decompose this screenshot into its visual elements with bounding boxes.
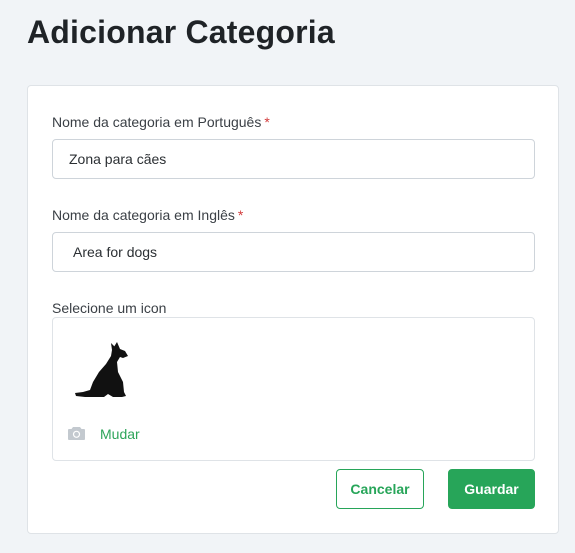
cancel-button[interactable]: Cancelar <box>336 469 424 509</box>
save-button[interactable]: Guardar <box>448 469 535 509</box>
add-category-form: Nome da categoria em Português* Nome da … <box>27 85 559 534</box>
name-en-input[interactable] <box>52 232 535 272</box>
name-en-label-text: Nome da categoria em Inglês <box>52 207 235 223</box>
dog-sitting-icon <box>75 342 128 397</box>
icon-picker: Mudar <box>52 317 535 461</box>
required-marker: * <box>264 114 270 130</box>
camera-icon <box>68 427 85 440</box>
page-title: Adicionar Categoria <box>27 14 335 50</box>
change-icon-link[interactable]: Mudar <box>100 426 140 442</box>
name-pt-input[interactable] <box>52 139 535 179</box>
name-pt-label: Nome da categoria em Português * <box>52 114 270 130</box>
name-en-label: Nome da categoria em Inglês * <box>52 207 243 223</box>
required-marker: * <box>237 207 244 223</box>
name-pt-label-text: Nome da categoria em Português <box>52 114 262 130</box>
icon-select-label: Selecione um icon <box>52 300 167 316</box>
